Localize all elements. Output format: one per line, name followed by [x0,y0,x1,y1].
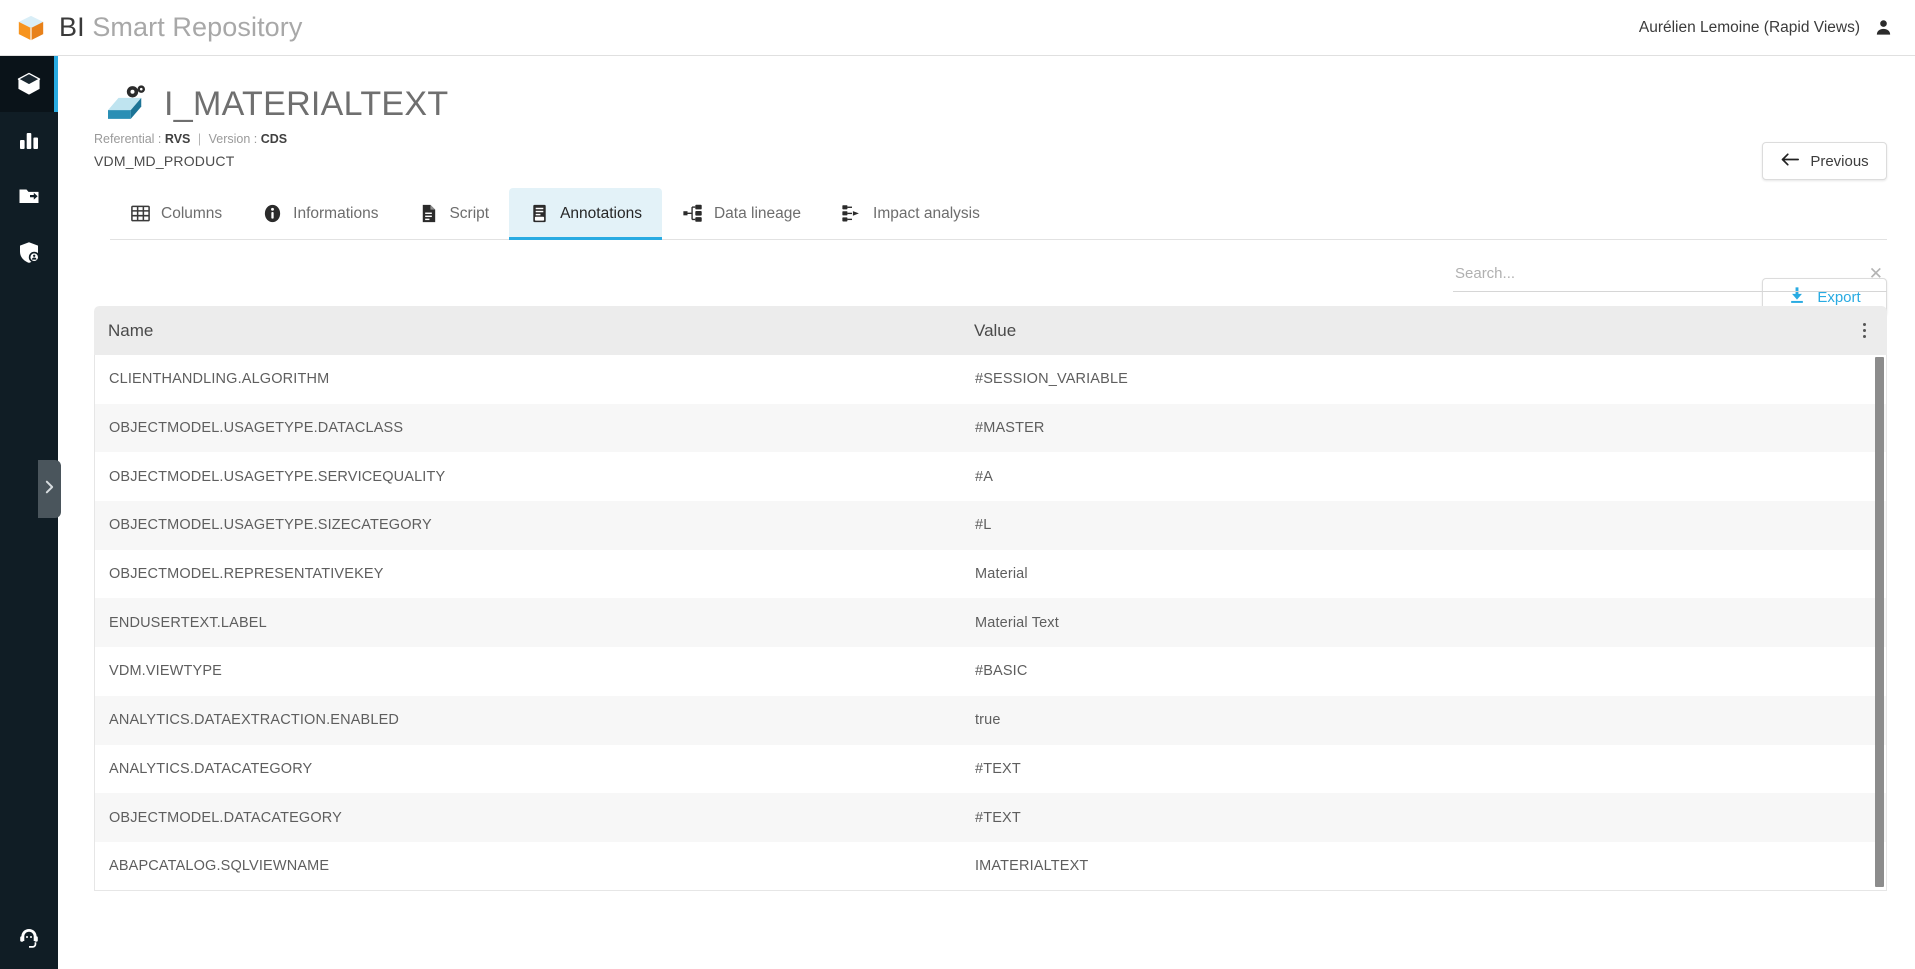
table-header-row: Name Value [94,306,1887,355]
table-row[interactable]: VDM.VIEWTYPE #BASIC [95,647,1886,696]
cell-name: ANALYTICS.DATACATEGORY [109,760,313,777]
table-row[interactable]: OBJECTMODEL.DATACATEGORY #TEXT [95,793,1886,842]
page-title: I_MATERIALTEXT [164,84,449,123]
lineage-icon [682,203,704,224]
cell-value: #TEXT [975,809,1021,826]
document-icon [418,203,439,224]
meta-separator: | [197,132,202,146]
cell-name: CLIENTHANDLING.ALGORITHM [109,371,330,388]
version-value: CDS [260,132,288,146]
annotations-table: Name Value CLIENTHANDLING.ALGORITHM #SES… [94,306,1887,891]
table-scrollbar[interactable] [1875,357,1884,887]
tab-impact-analysis-label: Impact analysis [873,204,980,222]
grid-icon [130,203,151,224]
tab-data-lineage-label: Data lineage [713,204,802,222]
table-body: CLIENTHANDLING.ALGORITHM #SESSION_VARIAB… [94,355,1887,891]
cell-value: #TEXT [975,760,1021,777]
sidebar-item-repository[interactable] [0,56,58,112]
sidebar-item-analytics[interactable] [0,112,58,168]
tab-columns-label: Columns [161,204,223,222]
referential-value: RVS [164,132,191,146]
cell-value: #SESSION_VARIABLE [975,371,1128,388]
previous-button-label: Previous [1810,152,1869,170]
cell-value: true [975,712,1001,729]
cell-name: ANALYTICS.DATAEXTRACTION.ENABLED [109,712,400,729]
cds-view-icon [94,82,150,126]
bar-chart-icon [17,128,41,152]
chevron-right-icon [43,479,56,500]
user-name-label: Aurélien Lemoine (Rapid Views) [1638,18,1860,36]
cell-value: #MASTER [975,420,1045,437]
table-row[interactable]: OBJECTMODEL.USAGETYPE.DATACLASS #MASTER [95,403,1886,453]
shield-icon [17,240,41,264]
sidebar-expand-handle[interactable] [38,460,61,518]
table-row[interactable]: ANALYTICS.DATAEXTRACTION.ENABLED true [95,695,1886,745]
column-header-value[interactable]: Value [966,321,1887,341]
table-row[interactable]: CLIENTHANDLING.ALGORITHM #SESSION_VARIAB… [95,355,1886,404]
referential-label: Referential : [94,132,162,146]
table-row[interactable]: OBJECTMODEL.USAGETYPE.SIZECATEGORY #L [95,501,1886,550]
cell-name: ENDUSERTEXT.LABEL [109,614,267,631]
package-name: VDM_MD_PRODUCT [94,153,235,169]
cell-name: OBJECTMODEL.DATACATEGORY [109,809,342,826]
cell-name: ABAPCATALOG.SQLVIEWNAME [109,858,330,875]
cell-name: VDM.VIEWTYPE [109,663,222,680]
tab-informations[interactable]: Informations [242,188,398,239]
title-row: I_MATERIALTEXT [94,82,1915,126]
search-area: ✕ [58,260,1915,294]
tab-data-lineage[interactable]: Data lineage [662,188,821,239]
tab-columns[interactable]: Columns [110,188,242,239]
cell-name: OBJECTMODEL.REPRESENTATIVEKEY [109,566,384,583]
brand-title: BI Smart Repository [59,12,303,43]
arrow-left-icon [1780,152,1800,171]
cube-logo-icon [16,13,46,43]
info-icon [262,203,283,224]
table-row[interactable]: ENDUSERTEXT.LABEL Material Text [95,598,1886,648]
close-icon[interactable]: ✕ [1863,265,1887,286]
sidebar-support[interactable] [0,926,58,955]
top-bar: BI Smart Repository Aurélien Lemoine (Ra… [0,0,1915,56]
tab-informations-label: Informations [293,204,379,222]
previous-button[interactable]: Previous [1762,142,1887,180]
tab-impact-analysis[interactable]: Impact analysis [821,188,1000,239]
kebab-menu-icon[interactable] [1855,320,1873,342]
tab-annotations[interactable]: Annotations [509,188,662,240]
search-input[interactable] [1453,265,1863,286]
cell-value: #A [975,468,994,485]
folder-arrow-icon [17,184,41,208]
impact-icon [841,203,863,224]
cell-value: #L [975,517,992,534]
user-menu[interactable]: Aurélien Lemoine (Rapid Views) [1639,18,1893,37]
cell-name: OBJECTMODEL.USAGETYPE.DATACLASS [109,420,404,437]
column-header-name[interactable]: Name [94,321,966,341]
tab-bar: Columns Informations Script Annotations … [110,188,1887,240]
cell-name: OBJECTMODEL.USAGETYPE.SERVICEQUALITY [109,468,446,485]
user-avatar-icon[interactable] [1874,18,1893,37]
version-label: Version : [208,132,258,146]
tab-script[interactable]: Script [398,188,509,239]
sidebar-item-security[interactable] [0,224,58,280]
brand-title-rest: Smart Repository [84,12,303,42]
table-row[interactable]: ABAPCATALOG.SQLVIEWNAME IMATERIALTEXT [95,841,1886,890]
cell-value: IMATERIALTEXT [975,858,1089,875]
brand[interactable]: BI Smart Repository [16,12,303,43]
cell-name: OBJECTMODEL.USAGETYPE.SIZECATEGORY [109,517,432,534]
table-row[interactable]: OBJECTMODEL.USAGETYPE.SERVICEQUALITY #A [95,452,1886,502]
cube-icon [16,71,42,97]
brand-title-bi: BI [59,12,85,42]
page-meta: Referential : RVS | Version : CDS [94,132,1915,146]
table-row[interactable]: OBJECTMODEL.REPRESENTATIVEKEY Material [95,549,1886,599]
table-row[interactable]: ANALYTICS.DATACATEGORY #TEXT [95,744,1886,794]
cell-value: Material [975,566,1028,583]
sidebar-item-projects[interactable] [0,168,58,224]
cell-value: Material Text [975,614,1059,631]
tab-annotations-label: Annotations [560,204,642,222]
cell-value: #BASIC [975,663,1028,680]
annotation-icon [529,203,550,224]
page-header: I_MATERIALTEXT Referential : RVS | Versi… [58,56,1915,316]
headset-support-icon [17,926,41,955]
search-box[interactable]: ✕ [1453,260,1887,292]
tab-script-label: Script [449,204,490,222]
main-content: I_MATERIALTEXT Referential : RVS | Versi… [58,56,1915,969]
